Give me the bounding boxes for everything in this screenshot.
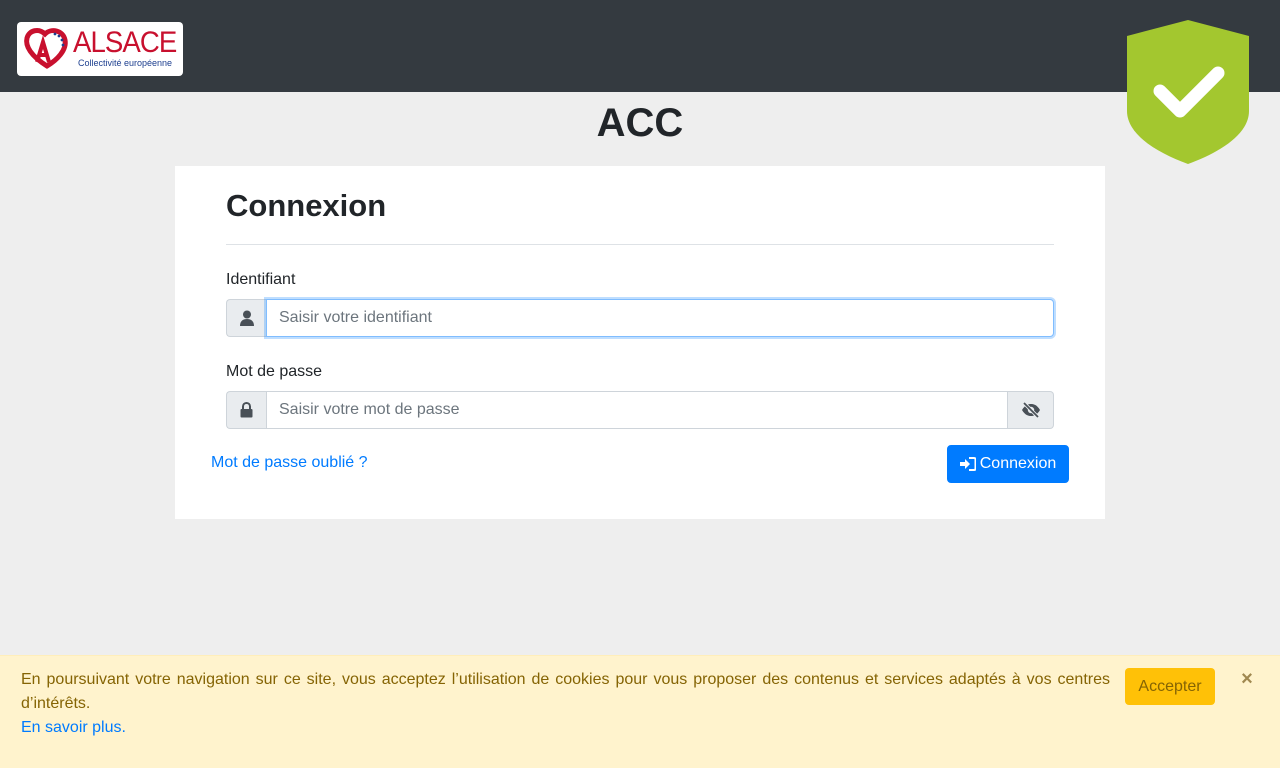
cookie-message: En poursuivant votre navigation sur ce s… <box>21 671 1110 712</box>
login-title: Connexion <box>226 188 387 223</box>
eye-slash-icon[interactable] <box>1008 391 1054 429</box>
username-label: Identifiant <box>226 271 296 288</box>
top-navbar: ALSACE Collectivité européenne n <box>0 0 1280 92</box>
password-input[interactable] <box>266 391 1008 429</box>
close-icon[interactable]: × <box>1238 669 1256 689</box>
title-divider <box>226 244 1054 245</box>
logo-subtitle: Collectivité européenne <box>78 58 173 68</box>
cookie-banner: En poursuivant votre navigation sur ce s… <box>0 655 1280 768</box>
password-input-group <box>226 391 1054 429</box>
alsace-logo[interactable]: ALSACE Collectivité européenne <box>17 22 183 76</box>
username-input[interactable] <box>266 299 1054 337</box>
logo-name: ALSACE <box>73 26 177 59</box>
sign-in-icon <box>959 457 976 471</box>
site-title: ACC <box>596 101 684 145</box>
alsace-logo-icon <box>24 28 68 69</box>
forgot-password-link[interactable]: Mot de passe oublié ? <box>211 453 368 473</box>
login-button-label: Connexion <box>979 455 1057 472</box>
user-icon <box>226 299 266 337</box>
password-label: Mot de passe <box>226 363 323 380</box>
cookie-more-link[interactable]: En savoir plus. <box>21 716 126 740</box>
accept-cookies-button[interactable]: Accepter <box>1125 668 1215 705</box>
login-button[interactable]: Connexion <box>947 445 1069 483</box>
login-card: Connexion Identifiant Mot de passe <box>175 166 1105 519</box>
lock-icon <box>226 391 266 429</box>
username-input-group <box>226 299 1054 337</box>
